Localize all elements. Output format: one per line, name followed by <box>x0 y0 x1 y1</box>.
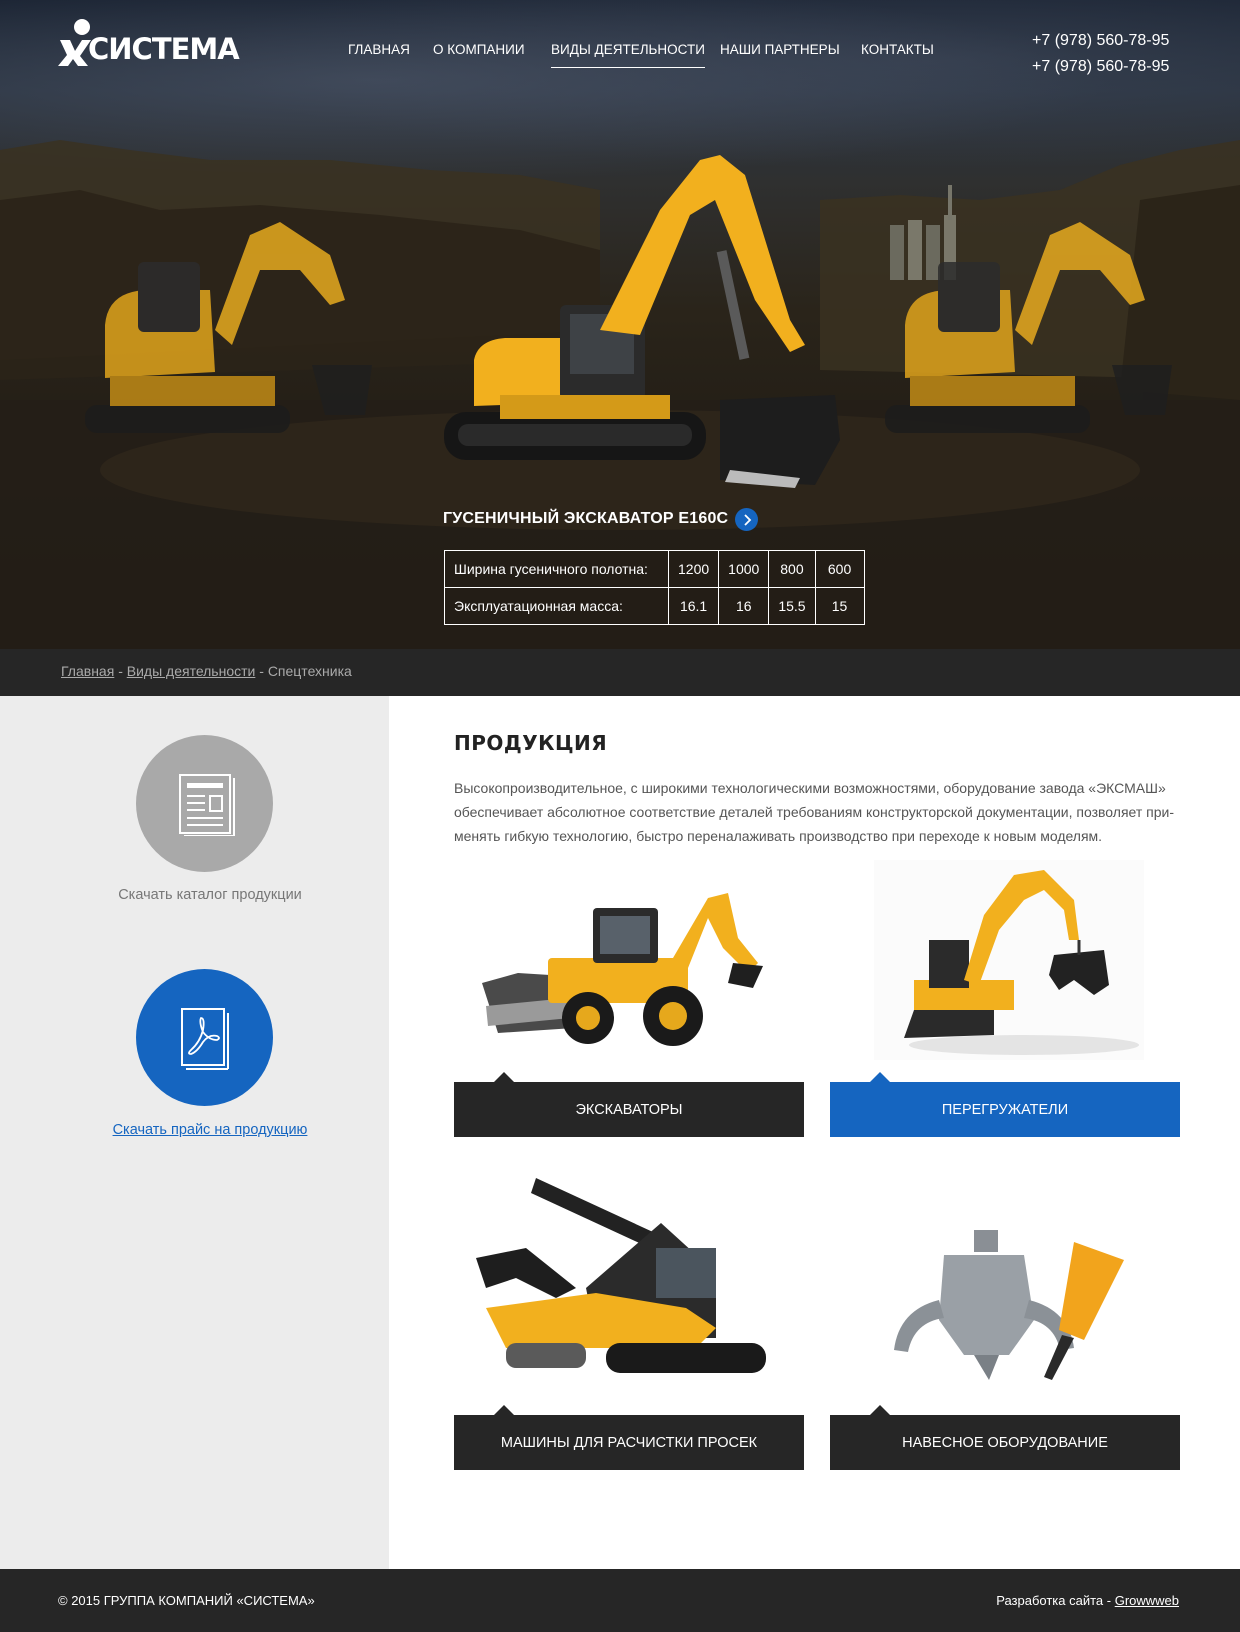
spec-value: 600 <box>814 550 865 588</box>
spec-label: Ширина гусеничного полотна: <box>444 550 669 588</box>
nav-item-about[interactable]: О КОМПАНИИ <box>433 42 525 67</box>
spec-value: 800 <box>768 550 816 588</box>
spec-row: Эксплуатационная масса: 16.1 16 15.5 15 <box>444 587 865 625</box>
price-download-label: Скачать прайс на продукцию <box>0 1122 420 1138</box>
footer-developer: Разработка сайта - Growwweb <box>996 1593 1179 1608</box>
phone-1[interactable]: +7 (978) 560-78-95 <box>1032 28 1169 54</box>
spec-table: Ширина гусеничного полотна: 1200 1000 80… <box>444 550 865 625</box>
breadcrumb-separator: - <box>259 663 264 679</box>
nav-item-partners[interactable]: НАШИ ПАРТНЕРЫ <box>720 42 840 67</box>
phone-numbers: +7 (978) 560-78-95 +7 (978) 560-78-95 <box>1032 28 1169 80</box>
category-label: ЭКСКАВАТОРЫ <box>575 1101 683 1118</box>
price-download-button[interactable] <box>136 969 273 1106</box>
category-label: ПЕРЕГРУЖАТЕЛИ <box>941 1101 1069 1118</box>
spec-row: Ширина гусеничного полотна: 1200 1000 80… <box>444 550 865 588</box>
document-icon <box>178 773 235 836</box>
page-title: ПРОДУКЦИЯ <box>454 731 608 755</box>
pointer-triangle <box>494 1405 514 1415</box>
category-excavators-button[interactable]: ЭКСКАВАТОРЫ <box>454 1072 804 1137</box>
catalog-download-button[interactable] <box>136 735 273 872</box>
footer-dev-prefix: Разработка сайта - <box>996 1593 1115 1608</box>
spec-value: 16 <box>718 587 770 625</box>
spec-label: Эксплуатационная масса: <box>444 587 669 625</box>
catalog-download-label[interactable]: Скачать каталог продукции <box>0 887 420 903</box>
pdf-icon <box>180 1007 229 1070</box>
spec-value: 15 <box>814 587 865 625</box>
breadcrumb-link-home[interactable]: Главная <box>61 663 114 679</box>
spec-value: 16.1 <box>667 587 720 625</box>
sidebar: Скачать каталог продукции Скачать прайс … <box>0 696 389 1569</box>
nav-item-home[interactable]: ГЛАВНАЯ <box>348 42 410 67</box>
attachments-image[interactable] <box>884 1230 1130 1380</box>
price-download-link[interactable]: Скачать прайс на продукцию <box>113 1122 308 1138</box>
breadcrumb-current: Спецтехника <box>267 663 352 679</box>
logo-text: СИСТЕМА <box>88 32 240 66</box>
breadcrumb-link-activities[interactable]: Виды деятельности <box>127 663 256 679</box>
category-label: НАВЕСНОЕ ОБОРУДОВАНИЕ <box>902 1434 1108 1451</box>
footer: © 2015 ГРУППА КОМПАНИЙ «СИСТЕМА» Разрабо… <box>0 1569 1240 1632</box>
category-handlers-button[interactable]: ПЕРЕГРУЖАТЕЛИ <box>830 1072 1180 1137</box>
breadcrumb-bar: Главная - Виды деятельности - Спецтехник… <box>0 649 1240 696</box>
spec-value: 15.5 <box>768 587 816 625</box>
category-clearing-machines-button[interactable]: МАШИНЫ ДЛЯ РАСЧИСТКИ ПРОСЕК <box>454 1405 804 1470</box>
chevron-right-icon <box>743 513 751 526</box>
logo[interactable]: СИСТЕМА <box>58 18 240 68</box>
breadcrumb-separator: - <box>118 663 123 679</box>
category-attachments-button[interactable]: НАВЕСНОЕ ОБОРУДОВАНИЕ <box>830 1405 1180 1470</box>
hero-banner: СИСТЕМА ГЛАВНАЯ О КОМПАНИИ ВИДЫ ДЕЯТЕЛЬН… <box>0 0 1240 649</box>
nav-item-contacts[interactable]: КОНТАКТЫ <box>861 42 934 67</box>
logo-figure-icon <box>58 19 91 66</box>
page-description: Высокопроизводительное, с широкими техно… <box>454 780 1175 844</box>
developer-link[interactable]: Growwweb <box>1115 1593 1179 1608</box>
footer-copyright: © 2015 ГРУППА КОМПАНИЙ «СИСТЕМА» <box>58 1593 315 1608</box>
nav-item-activities[interactable]: ВИДЫ ДЕЯТЕЛЬНОСТИ <box>551 42 705 68</box>
pointer-triangle <box>870 1072 890 1082</box>
next-slide-button[interactable] <box>735 508 758 531</box>
hero-product-title: ГУСЕНИЧНЫЙ ЭКСКАВАТОР E160C <box>443 510 729 527</box>
phone-2[interactable]: +7 (978) 560-78-95 <box>1032 54 1169 80</box>
forestry-mulcher-image[interactable] <box>466 1178 766 1384</box>
pointer-triangle <box>870 1405 890 1415</box>
breadcrumb: Главная - Виды деятельности - Спецтехник… <box>61 663 352 679</box>
spec-value: 1200 <box>667 550 720 588</box>
backhoe-loader-image[interactable] <box>478 878 768 1048</box>
material-handler-image[interactable] <box>874 860 1144 1060</box>
pointer-triangle <box>494 1072 514 1082</box>
category-label: МАШИНЫ ДЛЯ РАСЧИСТКИ ПРОСЕК <box>500 1434 758 1451</box>
spec-value: 1000 <box>718 550 770 588</box>
